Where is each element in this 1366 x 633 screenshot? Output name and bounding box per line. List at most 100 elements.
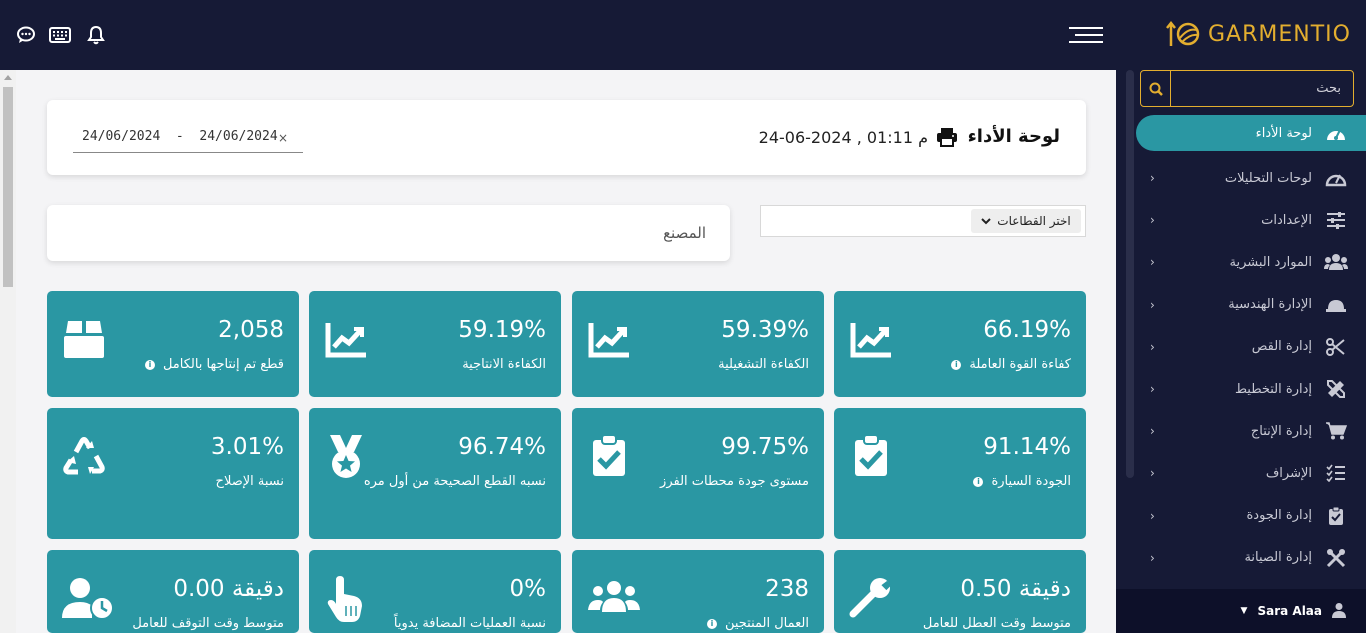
- kpi-tile-repair-rate[interactable]: 3.01% نسبة الإصلاح: [47, 408, 299, 539]
- tools-icon: [1324, 546, 1348, 570]
- sidebar-item-label: إدارة الصيانة: [1244, 550, 1312, 566]
- chat-icon[interactable]: [15, 24, 37, 46]
- kpi-label: الكفاءة التشغيلية: [718, 357, 809, 372]
- sidebar-item-label: الإعدادات: [1261, 212, 1312, 228]
- chevron-right-icon: ›: [1150, 382, 1155, 397]
- user-icon: [1332, 602, 1346, 621]
- main-scrollbar[interactable]: [0, 70, 16, 633]
- chevron-right-icon: ›: [1150, 466, 1155, 481]
- date-range-clear-button[interactable]: ×: [278, 131, 288, 145]
- kpi-value: 66.19%: [983, 317, 1071, 343]
- chevron-right-icon: ›: [1150, 255, 1155, 270]
- kpi-tile-productive-efficiency[interactable]: 59.19% الكفاءة الانتاجية: [309, 291, 561, 397]
- kpi-value: 91.14%: [983, 434, 1071, 460]
- scroll-up-arrow-icon[interactable]: [4, 75, 12, 80]
- keyboard-icon[interactable]: [49, 24, 71, 46]
- header-card: لوحة الأداء 24-06-2024 , 01:11 م 24/06/2…: [47, 100, 1086, 175]
- kpi-tile-first-time-right[interactable]: 96.74% نسبه القطع الصحيحة من أول مره: [309, 408, 561, 539]
- clipboard-check-icon: [587, 434, 631, 478]
- sidebar-item-label: إدارة التخطيط: [1234, 381, 1312, 397]
- users-icon: [587, 576, 640, 620]
- sidebar-item-label: إدارة الجودة: [1246, 508, 1312, 524]
- factory-filter[interactable]: المصنع: [47, 205, 730, 261]
- kpi-label: الكفاءة الانتاجية: [462, 357, 546, 372]
- kpi-label: مستوى جودة محطات الفرز: [660, 474, 809, 489]
- sliders-icon: [1324, 208, 1348, 232]
- wrench-icon: [849, 576, 893, 620]
- print-icon[interactable]: [936, 127, 958, 149]
- chevron-right-icon: ›: [1150, 297, 1155, 312]
- kpi-label: قطع تم إنتاجها بالكاملi: [84, 351, 284, 378]
- sidebar-item-label: إدارة القص: [1251, 339, 1312, 355]
- tasks-icon: [1324, 461, 1348, 485]
- sidebar: لوحة الأداء › لوحات التحليلات › الإعدادا…: [1116, 70, 1366, 633]
- brand-logo: GARMENTIO: [1166, 18, 1351, 50]
- chart-line-icon: [324, 317, 368, 361]
- kpi-label: متوسط وقت العطل للعامل: [922, 616, 1071, 631]
- chart-line-icon: [587, 317, 631, 361]
- kpi-tile-producing-workers[interactable]: 238 العمال المنتجينi: [572, 550, 824, 633]
- date-range-picker[interactable]: 24/06/2024 - 24/06/2024 ×: [73, 128, 303, 153]
- hand-pointer-icon: [324, 576, 368, 622]
- kpi-tile-manual-operations[interactable]: 0% نسبة العمليات المضافة يدوياً: [309, 550, 561, 633]
- garmentio-logo-icon: [1166, 20, 1200, 46]
- search-icon[interactable]: [1141, 71, 1171, 106]
- kpi-label: نسبة العمليات المضافة يدوياً: [393, 616, 546, 631]
- kpi-tile-finished-pieces[interactable]: 2,058 قطع تم إنتاجها بالكاملi: [47, 291, 299, 397]
- kpi-label: نسبة الإصلاح: [215, 474, 284, 489]
- user-name: Sara Alaa: [1257, 604, 1322, 618]
- menu-toggle-button[interactable]: [1069, 27, 1103, 43]
- info-icon[interactable]: i: [144, 359, 155, 370]
- current-datetime: 24-06-2024 , 01:11 م: [758, 128, 928, 147]
- sidebar-item-planning[interactable]: › إدارة التخطيط: [1116, 368, 1366, 410]
- sidebar-item-quality[interactable]: › إدارة الجودة: [1116, 495, 1366, 537]
- sector-select-button[interactable]: اختر القطاعات: [971, 209, 1081, 233]
- info-icon[interactable]: i: [706, 618, 717, 629]
- kpi-value: 59.39%: [721, 317, 809, 343]
- kpi-tile-inline-quality[interactable]: 91.14% الجودة السيارةi: [834, 408, 1086, 539]
- sidebar-item-label: الموارد البشرية: [1229, 254, 1312, 270]
- scrollbar-thumb[interactable]: [3, 87, 13, 287]
- sidebar-item-analytics[interactable]: › لوحات التحليلات: [1116, 157, 1366, 199]
- box-icon: [62, 317, 106, 361]
- kpi-tile-idle-time[interactable]: 0.00 دقيقة متوسط وقت التوقف للعامل: [47, 550, 299, 633]
- caret-down-icon: ▼: [1240, 606, 1248, 616]
- brand-name: GARMENTIO: [1208, 21, 1351, 47]
- medal-icon: [324, 434, 368, 478]
- sidebar-item-supervision[interactable]: › الإشراف: [1116, 452, 1366, 494]
- user-menu[interactable]: ▼ Sara Alaa: [1116, 589, 1366, 633]
- sidebar-search[interactable]: [1140, 70, 1354, 107]
- sidebar-item-label: لوحات التحليلات: [1224, 170, 1312, 186]
- chevron-right-icon: ›: [1150, 213, 1155, 228]
- sidebar-item-label: لوحة الأداء: [1255, 125, 1312, 141]
- kpi-tile-operational-efficiency[interactable]: 59.39% الكفاءة التشغيلية: [572, 291, 824, 397]
- kpi-value: 59.19%: [458, 317, 546, 343]
- sidebar-item-engineering[interactable]: › الإدارة الهندسية: [1116, 284, 1366, 326]
- kpi-value: 3.01%: [210, 434, 284, 460]
- clipboard-check-icon: [1324, 504, 1348, 528]
- info-icon[interactable]: i: [973, 476, 984, 487]
- sidebar-item-settings[interactable]: › الإعدادات: [1116, 199, 1366, 241]
- kpi-value: 0.00 دقيقة: [173, 576, 284, 602]
- sector-select[interactable]: اختر القطاعات: [760, 205, 1086, 237]
- kpi-tile-sorting-quality[interactable]: 99.75% مستوى جودة محطات الفرز: [572, 408, 824, 539]
- sidebar-item-cutting[interactable]: › إدارة القص: [1116, 326, 1366, 368]
- page-title: لوحة الأداء: [967, 126, 1060, 147]
- sidebar-item-maintenance[interactable]: › إدارة الصيانة: [1116, 537, 1366, 579]
- info-icon[interactable]: i: [951, 359, 962, 370]
- chevron-right-icon: ›: [1150, 550, 1155, 565]
- kpi-value: 238: [765, 576, 809, 602]
- cart-icon: [1324, 419, 1348, 443]
- sector-select-label: اختر القطاعات: [997, 214, 1071, 228]
- kpi-tile-breakdown-time[interactable]: 0.50 دقيقة متوسط وقت العطل للعامل: [834, 550, 1086, 633]
- date-range-value[interactable]: 24/06/2024 - 24/06/2024: [82, 129, 278, 144]
- kpi-value: 0%: [509, 576, 547, 602]
- sidebar-item-dashboard[interactable]: لوحة الأداء: [1136, 115, 1366, 151]
- sidebar-item-hr[interactable]: › الموارد البشرية: [1116, 241, 1366, 283]
- bell-icon[interactable]: [85, 24, 107, 46]
- search-input[interactable]: [1173, 71, 1351, 106]
- kpi-tile-workforce-efficiency[interactable]: 66.19% كفاءة القوة العاملةi: [834, 291, 1086, 397]
- gauge-icon: [1324, 166, 1348, 190]
- sidebar-item-production[interactable]: › إدارة الإنتاج: [1116, 410, 1366, 452]
- chevron-right-icon: ›: [1150, 508, 1155, 523]
